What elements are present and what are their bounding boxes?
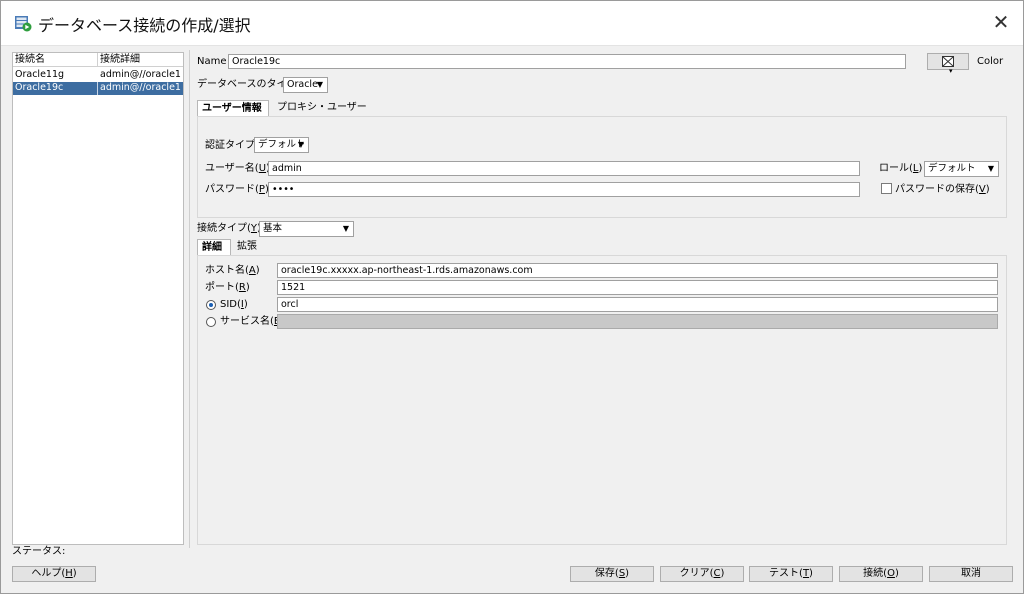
save-password-label: パスワードの保存(V): [895, 184, 990, 195]
save-password-checkbox[interactable]: [881, 183, 892, 194]
conntype-value: 基本: [263, 223, 283, 234]
connection-name: Oracle11g: [15, 69, 65, 80]
help-button[interactable]: ヘルプ(H): [12, 566, 96, 582]
status-label: ステータス:: [12, 546, 66, 557]
port-input[interactable]: 1521: [277, 280, 998, 295]
chevron-down-icon: ▼: [342, 224, 349, 233]
password-label: パスワード(P): [205, 184, 269, 195]
list-header: 接続名 接続詳細: [13, 53, 183, 67]
port-label: ポート(R): [205, 282, 250, 293]
tab-advanced[interactable]: 拡張: [233, 239, 263, 255]
name-input[interactable]: Oracle19c: [228, 54, 906, 69]
name-label: Name: [197, 56, 227, 67]
save-button[interactable]: 保存(S): [570, 566, 654, 582]
column-divider: [97, 53, 98, 67]
auth-type-label: 認証タイプ: [205, 140, 255, 151]
host-input[interactable]: oracle19c.xxxxx.ap-northeast-1.rds.amazo…: [277, 263, 998, 278]
host-label: ホスト名(A): [205, 265, 260, 276]
database-icon: [14, 14, 32, 32]
test-button[interactable]: テスト(T): [749, 566, 833, 582]
window-title: データベース接続の作成/選択: [38, 16, 251, 35]
sid-label: SID(I): [220, 299, 248, 310]
auth-type-select[interactable]: デフォルト ▼: [254, 137, 309, 153]
cancel-button[interactable]: 取消: [929, 566, 1013, 582]
connection-detail: admin@//oracle1...: [100, 82, 182, 93]
close-icon[interactable]: ✕: [990, 12, 1012, 34]
conntype-select[interactable]: 基本 ▼: [259, 221, 354, 237]
connect-button[interactable]: 接続(O): [839, 566, 923, 582]
sid-radio[interactable]: [206, 300, 216, 310]
service-name-input: [277, 314, 998, 329]
column-header-detail: 接続詳細: [100, 54, 140, 65]
role-value: デフォルト: [928, 163, 976, 174]
service-name-label: サービス名(E): [220, 316, 284, 327]
sid-input[interactable]: orcl: [277, 297, 998, 312]
chevron-down-icon: ▼: [987, 164, 994, 173]
connection-list[interactable]: 接続名 接続詳細 Oracle11g admin@//oracle1... Or…: [12, 52, 184, 545]
service-name-radio[interactable]: [206, 317, 216, 327]
connection-detail: admin@//oracle1...: [100, 69, 182, 80]
tab-proxy-user[interactable]: プロキシ・ユーザー: [273, 100, 367, 116]
dropdown-arrow-icon: ▾: [949, 67, 953, 75]
chevron-down-icon: ▼: [297, 140, 304, 149]
column-header-name: 接続名: [15, 54, 45, 65]
username-label: ユーザー名(U): [205, 163, 270, 174]
list-item-selected[interactable]: Oracle19c admin@//oracle1...: [13, 82, 183, 95]
color-button[interactable]: ▾: [927, 53, 969, 75]
role-select[interactable]: デフォルト ▼: [924, 161, 999, 177]
password-input[interactable]: ••••: [268, 182, 860, 197]
clear-button[interactable]: クリア(C): [660, 566, 744, 582]
chevron-down-icon: ▼: [316, 80, 323, 89]
splitter[interactable]: [189, 50, 190, 548]
color-label: Color: [977, 56, 1004, 67]
tab-detail[interactable]: 詳細: [197, 239, 231, 255]
connection-name: Oracle19c: [15, 82, 64, 93]
column-divider: [97, 82, 98, 95]
dbtype-label: データベースのタイプ: [197, 79, 297, 90]
conntype-label: 接続タイプ(Y): [197, 223, 261, 234]
role-label: ロール(L): [879, 163, 923, 174]
dbtype-select[interactable]: Oracle ▼: [283, 77, 328, 93]
username-input[interactable]: admin: [268, 161, 860, 176]
tab-user-info[interactable]: ユーザー情報: [197, 100, 269, 116]
list-item[interactable]: Oracle11g admin@//oracle1...: [13, 69, 183, 82]
dbtype-value: Oracle: [287, 79, 318, 90]
